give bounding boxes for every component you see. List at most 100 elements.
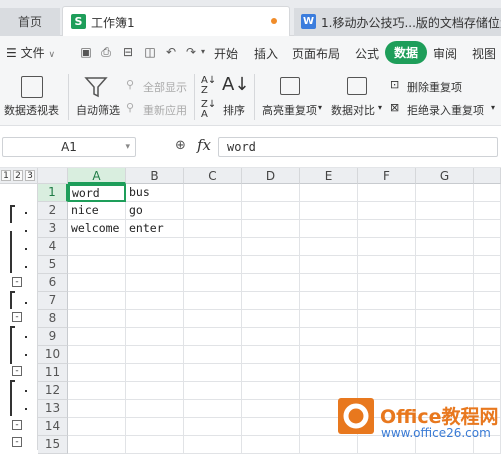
cell-filler[interactable] (474, 310, 501, 328)
export-pdf-icon[interactable]: ⎙ (99, 45, 113, 59)
cell-b8[interactable] (126, 310, 184, 328)
cell-a3[interactable]: welcome (68, 220, 126, 238)
cell-c10[interactable] (184, 346, 242, 364)
cell-b9[interactable] (126, 328, 184, 346)
cell-a15[interactable] (68, 436, 126, 454)
cell-a9[interactable] (68, 328, 126, 346)
cell-a6[interactable] (68, 274, 126, 292)
cell-filler[interactable] (474, 184, 501, 202)
cell-f10[interactable] (358, 346, 416, 364)
tab-start[interactable]: 开始 (214, 45, 238, 62)
cell-e5[interactable] (300, 256, 358, 274)
cell-b13[interactable] (126, 400, 184, 418)
cell-e11[interactable] (300, 364, 358, 382)
cell-d6[interactable] (242, 274, 300, 292)
column-header-e[interactable]: E (300, 168, 358, 184)
cell-c12[interactable] (184, 382, 242, 400)
tab-workbook1[interactable]: S 工作簿1 (62, 6, 290, 36)
cell-c4[interactable] (184, 238, 242, 256)
cell-d7[interactable] (242, 292, 300, 310)
cell-filler[interactable] (474, 238, 501, 256)
tab-insert[interactable]: 插入 (254, 45, 278, 62)
cell-a2[interactable]: nice (68, 202, 126, 220)
cell-a14[interactable] (68, 418, 126, 436)
cell-b14[interactable] (126, 418, 184, 436)
cell-e7[interactable] (300, 292, 358, 310)
select-all-corner[interactable] (38, 168, 68, 184)
name-box[interactable]: A1 ▾ (2, 137, 136, 157)
save-icon[interactable]: ▣ (79, 45, 93, 59)
row-header-2[interactable]: 2 (38, 202, 68, 220)
cell-d3[interactable] (242, 220, 300, 238)
collapse-group-icon[interactable]: - (12, 437, 22, 447)
cell-b4[interactable] (126, 238, 184, 256)
cell-f9[interactable] (358, 328, 416, 346)
cell-b2[interactable]: go (126, 202, 184, 220)
cell-filler[interactable] (474, 328, 501, 346)
cell-c7[interactable] (184, 292, 242, 310)
cell-c5[interactable] (184, 256, 242, 274)
file-menu[interactable]: ☰ 文件 ∨ (6, 44, 55, 61)
row-header-12[interactable]: 12 (38, 382, 68, 400)
cell-f8[interactable] (358, 310, 416, 328)
cell-g1[interactable] (416, 184, 474, 202)
cell-d13[interactable] (242, 400, 300, 418)
row-header-4[interactable]: 4 (38, 238, 68, 256)
cell-d15[interactable] (242, 436, 300, 454)
cell-g8[interactable] (416, 310, 474, 328)
row-header-11[interactable]: 11 (38, 364, 68, 382)
cell-c13[interactable] (184, 400, 242, 418)
cell-c8[interactable] (184, 310, 242, 328)
cell-d5[interactable] (242, 256, 300, 274)
row-header-15[interactable]: 15 (38, 436, 68, 454)
zoom-search-icon[interactable]: ⊕ (175, 138, 186, 153)
cell-d12[interactable] (242, 382, 300, 400)
tab-view[interactable]: 视图 (472, 45, 496, 62)
cell-e6[interactable] (300, 274, 358, 292)
outline-level-1[interactable]: 1 (1, 170, 11, 181)
cell-b12[interactable] (126, 382, 184, 400)
cell-filler[interactable] (474, 256, 501, 274)
cell-b6[interactable] (126, 274, 184, 292)
cell-d9[interactable] (242, 328, 300, 346)
cell-d14[interactable] (242, 418, 300, 436)
collapse-group-icon[interactable]: - (12, 366, 22, 376)
cell-e8[interactable] (300, 310, 358, 328)
cell-a5[interactable] (68, 256, 126, 274)
cell-filler[interactable] (474, 202, 501, 220)
cell-d1[interactable] (242, 184, 300, 202)
cell-b10[interactable] (126, 346, 184, 364)
tab-data[interactable]: 数据 (385, 41, 428, 64)
row-header-13[interactable]: 13 (38, 400, 68, 418)
cell-f7[interactable] (358, 292, 416, 310)
row-header-7[interactable]: 7 (38, 292, 68, 310)
cell-b11[interactable] (126, 364, 184, 382)
cell-c1[interactable] (184, 184, 242, 202)
cell-f1[interactable] (358, 184, 416, 202)
collapse-group-icon[interactable]: - (12, 277, 22, 287)
row-header-1[interactable]: 1 (38, 184, 68, 202)
column-header-f[interactable]: F (358, 168, 416, 184)
cell-g10[interactable] (416, 346, 474, 364)
column-header-c[interactable]: C (184, 168, 242, 184)
cell-a1[interactable]: word (68, 184, 126, 202)
print-preview-icon[interactable]: ◫ (143, 45, 157, 59)
tab-formula[interactable]: 公式 (355, 45, 379, 62)
row-header-3[interactable]: 3 (38, 220, 68, 238)
cell-e10[interactable] (300, 346, 358, 364)
cell-f5[interactable] (358, 256, 416, 274)
row-header-5[interactable]: 5 (38, 256, 68, 274)
cell-d2[interactable] (242, 202, 300, 220)
row-header-8[interactable]: 8 (38, 310, 68, 328)
cell-a4[interactable] (68, 238, 126, 256)
cell-a8[interactable] (68, 310, 126, 328)
cell-g5[interactable] (416, 256, 474, 274)
cell-g6[interactable] (416, 274, 474, 292)
cell-d4[interactable] (242, 238, 300, 256)
cell-c6[interactable] (184, 274, 242, 292)
outline-level-3[interactable]: 3 (25, 170, 35, 181)
row-header-9[interactable]: 9 (38, 328, 68, 346)
cell-filler[interactable] (474, 220, 501, 238)
row-header-10[interactable]: 10 (38, 346, 68, 364)
cell-f4[interactable] (358, 238, 416, 256)
